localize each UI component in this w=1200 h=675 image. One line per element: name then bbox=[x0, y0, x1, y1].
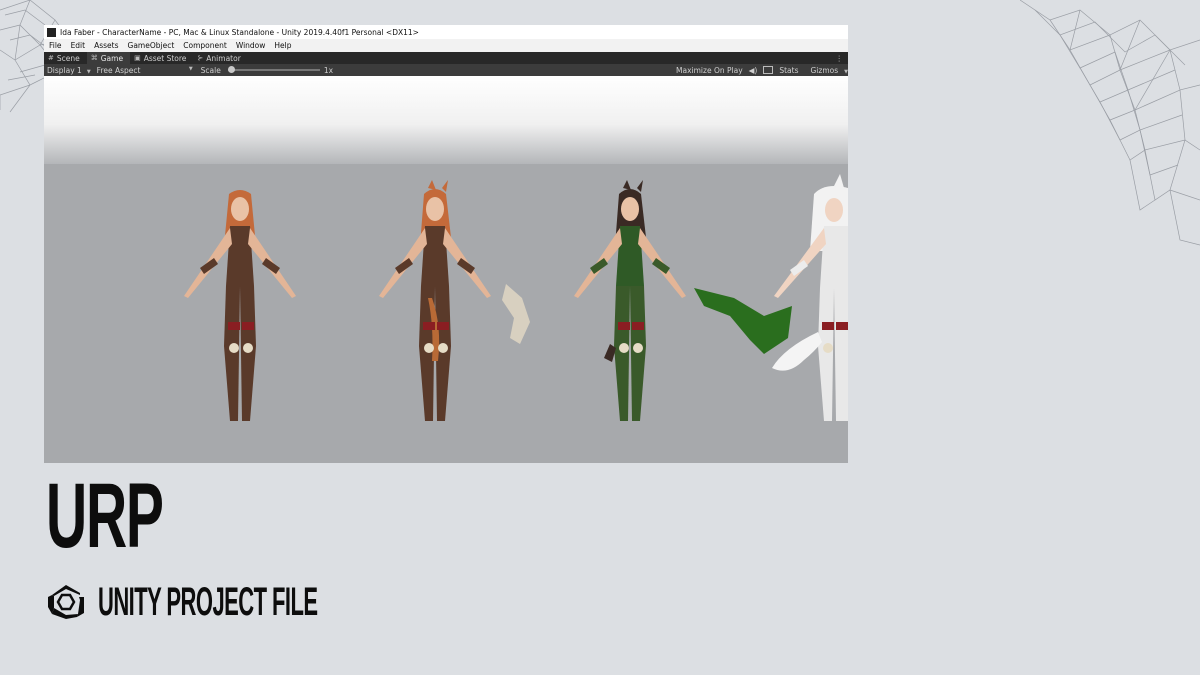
grid-icon: # bbox=[48, 54, 54, 62]
title-bar: Ida Faber - CharacterName - PC, Mac & Li… bbox=[44, 25, 848, 39]
stats-button[interactable]: Stats bbox=[779, 66, 798, 75]
scale-slider[interactable] bbox=[227, 66, 320, 73]
gizmos-dropdown[interactable]: Gizmos ▼ bbox=[805, 66, 849, 75]
menu-component[interactable]: Component bbox=[183, 41, 227, 50]
menu-edit[interactable]: Edit bbox=[71, 41, 86, 50]
game-toolbar: Display 1 ▼ Free Aspect ▼ Scale 1x Maximiz… bbox=[44, 64, 848, 76]
menu-assets[interactable]: Assets bbox=[94, 41, 118, 50]
gamepad-icon: ⌘ bbox=[90, 54, 98, 62]
menu-file[interactable]: File bbox=[49, 41, 62, 50]
urp-heading: URP bbox=[46, 465, 164, 567]
menu-gameobject[interactable]: GameObject bbox=[128, 41, 175, 50]
display-label: Display 1 bbox=[47, 65, 82, 75]
unity-logo-icon bbox=[48, 585, 84, 619]
tab-bar: # Scene ⌘ Game ▣ Asset Store ⊱ Animator … bbox=[44, 52, 848, 64]
tab-animator[interactable]: ⊱ Animator bbox=[193, 52, 247, 64]
wireframe-decoration-right bbox=[1020, 0, 1200, 246]
tab-asset-store[interactable]: ▣ Asset Store bbox=[130, 52, 193, 64]
tab-animator-label: Animator bbox=[206, 53, 241, 63]
scale-label: Scale bbox=[200, 65, 221, 75]
menu-window[interactable]: Window bbox=[236, 41, 266, 50]
scale-slider-knob[interactable] bbox=[227, 66, 235, 73]
tab-game[interactable]: ⌘ Game bbox=[86, 52, 131, 64]
gizmos-label: Gizmos bbox=[810, 65, 839, 75]
window-title: Ida Faber - CharacterName - PC, Mac & Li… bbox=[60, 27, 419, 37]
mute-audio-icon[interactable]: ◀) bbox=[749, 66, 758, 75]
tab-scene[interactable]: # Scene bbox=[44, 52, 87, 64]
tab-asset-store-label: Asset Store bbox=[143, 53, 187, 63]
scale-value: 1x bbox=[323, 65, 334, 75]
more-options-icon[interactable]: ⋮ bbox=[836, 54, 844, 63]
game-viewport[interactable] bbox=[44, 76, 848, 463]
aspect-label: Free Aspect bbox=[96, 65, 141, 75]
layout-icon[interactable] bbox=[763, 66, 774, 74]
dropdown-arrow-icon: ▼ bbox=[844, 68, 848, 75]
menu-help[interactable]: Help bbox=[274, 41, 291, 50]
animator-icon: ⊱ bbox=[197, 54, 204, 62]
tab-game-label: Game bbox=[100, 53, 124, 63]
dropdown-arrow-icon: ▼ bbox=[188, 65, 193, 72]
tab-scene-label: Scene bbox=[56, 53, 80, 63]
display-dropdown[interactable]: Display 1 ▼ bbox=[47, 66, 91, 75]
unity-editor-window: Ida Faber - CharacterName - PC, Mac & Li… bbox=[44, 25, 848, 463]
menu-bar: File Edit Assets GameObject Component Wi… bbox=[44, 39, 848, 52]
project-file-text: UNITY PROJECT FILE bbox=[98, 580, 318, 624]
maximize-on-play-button[interactable]: Maximize On Play bbox=[676, 66, 743, 75]
bag-icon: ▣ bbox=[134, 54, 141, 62]
unity-logo-icon bbox=[47, 27, 56, 37]
dropdown-arrow-icon: ▼ bbox=[86, 68, 91, 75]
aspect-dropdown[interactable]: Free Aspect ▼ bbox=[97, 66, 193, 75]
unity-project-file-label: UNITY PROJECT FILE bbox=[46, 582, 497, 622]
